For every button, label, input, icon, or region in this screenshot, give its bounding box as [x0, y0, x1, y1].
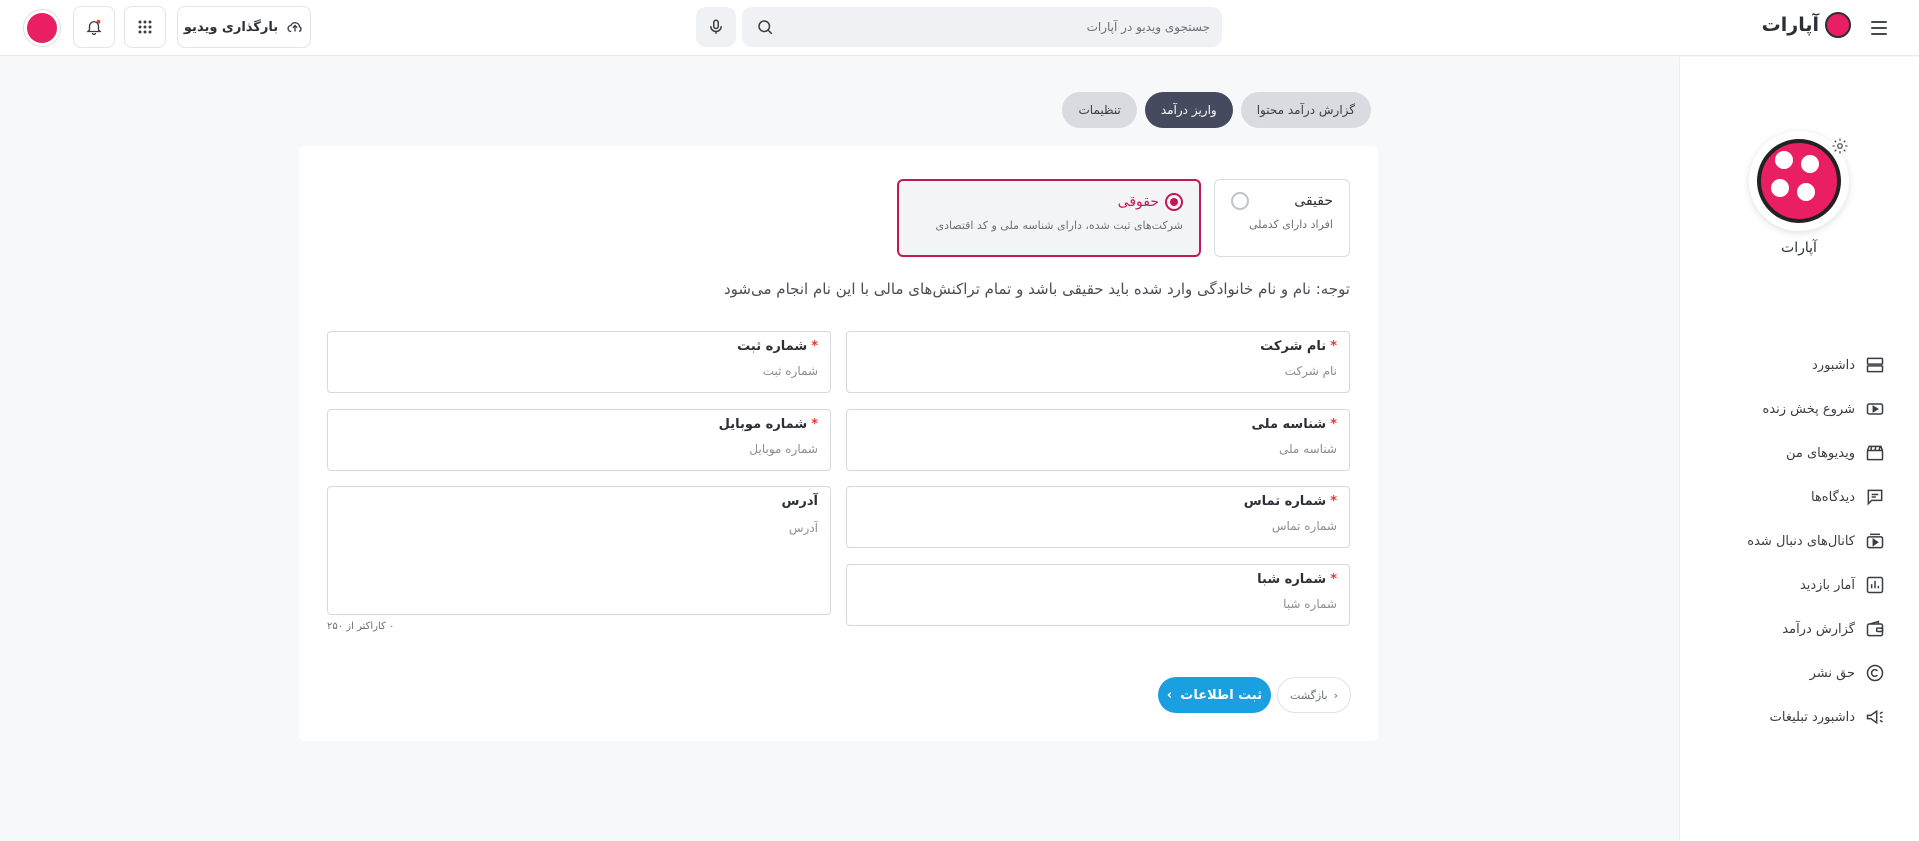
sidebar-item-dashboard[interactable]: داشبورد — [1685, 343, 1885, 387]
tab-settings[interactable]: تنظیمات — [1062, 92, 1137, 128]
back-button[interactable]: ‹ بازگشت — [1277, 677, 1351, 713]
bell-icon — [86, 19, 102, 36]
logo-text: آپارات — [1761, 14, 1819, 36]
chevron-right-icon: ‹ — [1333, 688, 1338, 702]
person-type-legal-option[interactable]: حقوقی شرکت‌های ثبت شده، دارای شناسه ملی … — [897, 179, 1201, 257]
sidebar: آپارات داشبورد شروع پخش زنده ویدیوهای من… — [1679, 57, 1919, 841]
voice-search-button[interactable] — [696, 7, 736, 47]
radio-legal[interactable] — [1165, 193, 1183, 211]
company-name-label: نام شرکت — [1260, 339, 1327, 354]
submit-button[interactable]: ثبت اطلاعات › — [1158, 677, 1271, 713]
registration-no-label: شماره ثبت — [737, 339, 808, 354]
sidebar-item-stats[interactable]: آمار بازدید — [1685, 563, 1885, 607]
upload-video-button[interactable]: بارگذاری ویدیو — [177, 6, 311, 48]
national-id-label: شناسه ملی — [1251, 417, 1327, 432]
mobile-field: *شماره موبایل — [327, 409, 831, 471]
sidebar-item-label: داشبورد تبلیغات — [1769, 709, 1855, 725]
copyright-icon — [1866, 664, 1884, 682]
comment-icon — [1867, 489, 1883, 506]
menu-icon[interactable] — [1867, 16, 1891, 40]
sheba-field: *شماره شبا — [846, 564, 1350, 626]
logo-icon — [1825, 12, 1851, 38]
sidebar-item-followed-channels[interactable]: کانال‌های دنبال شده — [1685, 519, 1885, 563]
address-input[interactable] — [340, 521, 818, 591]
tab-bar: گزارش درآمد محتوا واریز درآمد تنظیمات — [1062, 92, 1371, 128]
submit-label: ثبت اطلاعات — [1180, 687, 1263, 703]
channel-name: آپارات — [1781, 240, 1817, 256]
sidebar-item-label: دیدگاه‌ها — [1810, 489, 1855, 505]
sidebar-item-label: ویدیوهای من — [1785, 445, 1855, 461]
address-label: آدرس — [781, 494, 818, 509]
payout-form-card: حقیقی افراد دارای کدملی حقوقی شرکت‌های ث… — [299, 146, 1378, 741]
sheba-label: شماره شبا — [1257, 572, 1327, 587]
notice-text: توجه: نام و نام خانوادگی وارد شده باید ح… — [724, 280, 1350, 298]
sheba-input[interactable] — [859, 595, 1337, 613]
mobile-label: شماره موبایل — [718, 417, 808, 432]
phone-input[interactable] — [859, 517, 1337, 535]
phone-label: شماره تماس — [1243, 494, 1327, 509]
gear-icon[interactable] — [1831, 137, 1849, 155]
search-bar — [742, 7, 1222, 47]
tab-income-payout[interactable]: واریز درآمد — [1144, 92, 1233, 128]
mic-icon — [710, 19, 722, 34]
chevron-left-icon: › — [1166, 687, 1173, 703]
person-type-legal-desc: شرکت‌های ثبت شده، دارای شناسه ملی و کد ا… — [935, 219, 1183, 232]
tab-content-income-report[interactable]: گزارش درآمد محتوا — [1240, 92, 1371, 128]
sidebar-item-comments[interactable]: دیدگاه‌ها — [1685, 475, 1885, 519]
company-name-input[interactable] — [859, 362, 1337, 380]
person-type-real-title: حقیقی — [1294, 193, 1333, 209]
search-input[interactable] — [810, 7, 1210, 47]
search-icon[interactable] — [756, 18, 774, 36]
apps-button[interactable] — [124, 6, 166, 48]
sidebar-item-income-report[interactable]: گزارش درآمد — [1685, 607, 1885, 651]
national-id-field: *شناسه ملی — [846, 409, 1350, 471]
sidebar-item-label: کانال‌های دنبال شده — [1747, 533, 1855, 549]
top-header: آپارات بارگذاری ویدیو — [0, 0, 1919, 56]
sidebar-item-ads-dashboard[interactable]: داشبورد تبلیغات — [1685, 695, 1885, 739]
megaphone-icon — [1866, 709, 1883, 725]
radio-real[interactable] — [1231, 192, 1249, 210]
logo[interactable]: آپارات — [1762, 12, 1851, 38]
sidebar-item-live[interactable]: شروع پخش زنده — [1685, 387, 1885, 431]
person-type-real-desc: افراد دارای کدملی — [1249, 218, 1333, 231]
upload-cloud-icon — [287, 22, 302, 33]
stats-icon — [1866, 576, 1884, 594]
notifications-button[interactable] — [73, 6, 115, 48]
person-type-legal-title: حقوقی — [1117, 194, 1159, 210]
registration-no-field: *شماره ثبت — [327, 331, 831, 393]
avatar[interactable] — [24, 10, 60, 46]
back-label: بازگشت — [1290, 688, 1328, 702]
mobile-input[interactable] — [340, 440, 818, 458]
clapper-icon — [1866, 445, 1884, 461]
sidebar-item-label: آمار بازدید — [1799, 577, 1855, 593]
upload-label: بارگذاری ویدیو — [183, 19, 279, 35]
sidebar-item-label: حق نشر — [1809, 665, 1855, 681]
sidebar-item-label: گزارش درآمد — [1782, 621, 1855, 637]
dashboard-icon — [1866, 357, 1884, 373]
apps-grid-icon — [138, 20, 152, 34]
address-field: آدرس — [327, 486, 831, 615]
person-type-real-option[interactable]: حقیقی افراد دارای کدملی — [1214, 179, 1350, 257]
wallet-icon — [1866, 620, 1884, 637]
sidebar-item-label: داشبورد — [1812, 357, 1855, 373]
phone-field: *شماره تماس — [846, 486, 1350, 548]
sidebar-item-my-videos[interactable]: ویدیوهای من — [1685, 431, 1885, 475]
followed-channels-icon — [1866, 533, 1884, 549]
national-id-input[interactable] — [859, 440, 1337, 458]
address-char-counter: ۰ کاراکتر از ۲۵۰ — [327, 621, 395, 632]
sidebar-item-label: شروع پخش زنده — [1762, 401, 1855, 417]
live-icon — [1866, 403, 1884, 415]
sidebar-nav: داشبورد شروع پخش زنده ویدیوهای من دیدگاه… — [1685, 343, 1885, 739]
company-name-field: *نام شرکت — [846, 331, 1350, 393]
registration-no-input[interactable] — [340, 362, 818, 380]
sidebar-item-copyright[interactable]: حق نشر — [1685, 651, 1885, 695]
